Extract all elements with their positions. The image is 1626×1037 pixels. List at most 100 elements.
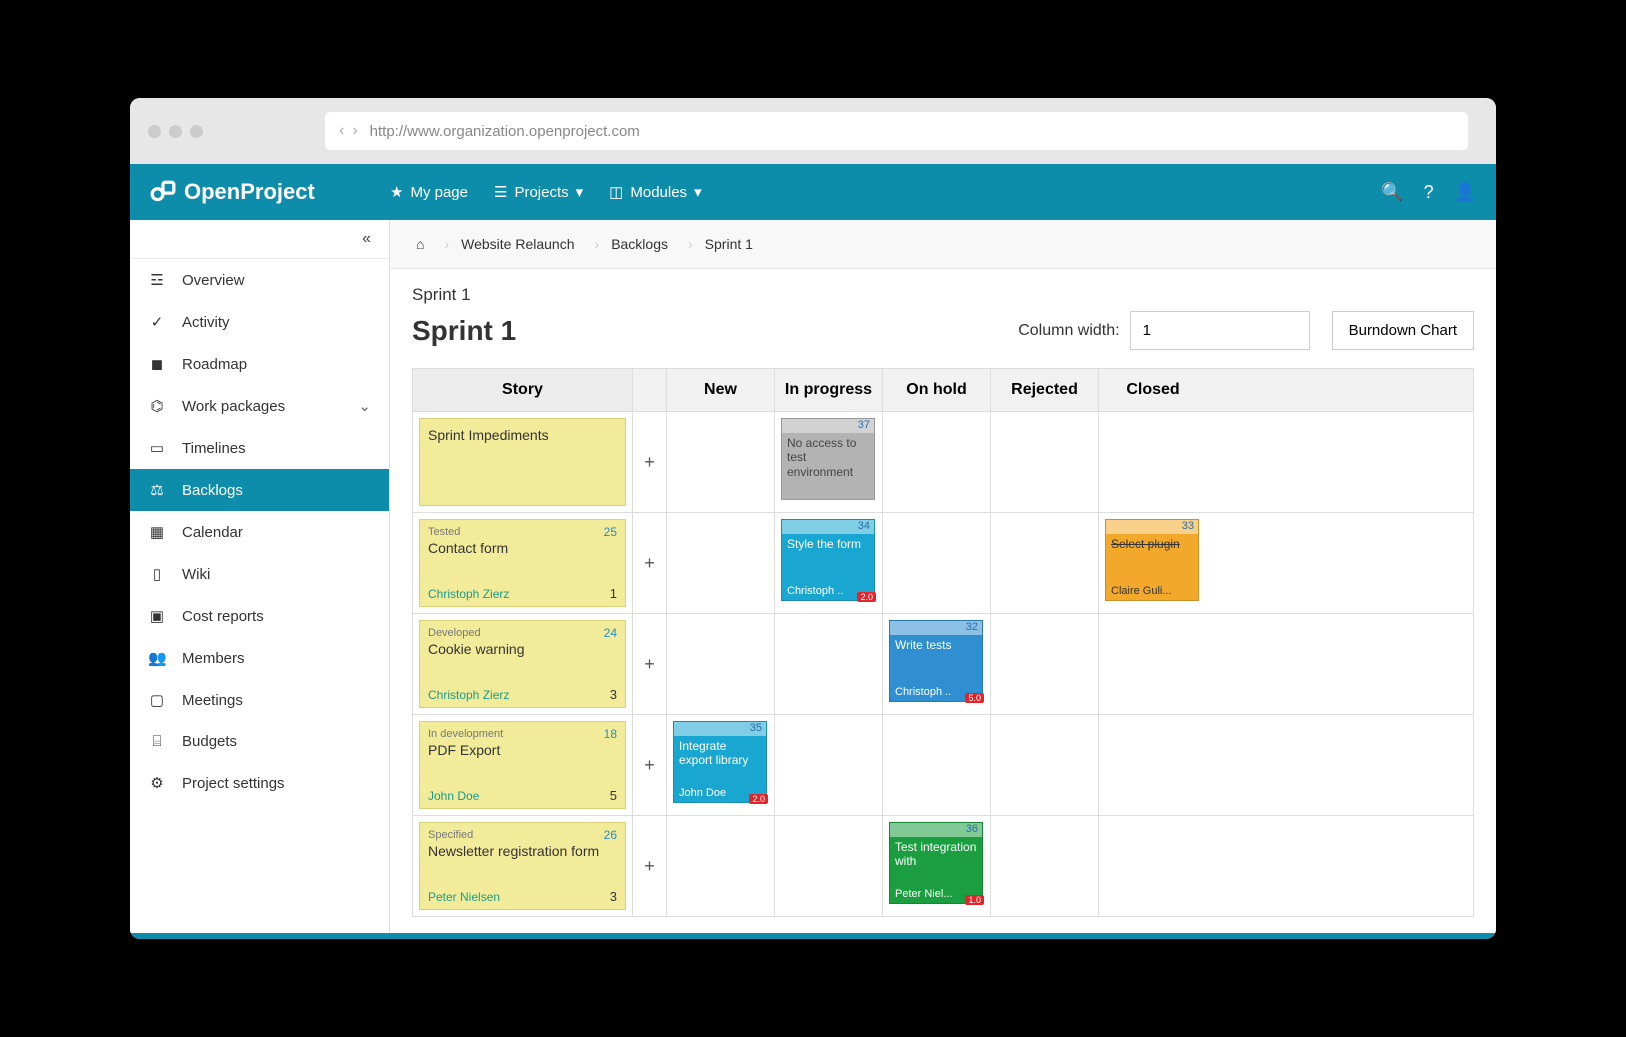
chevron-down-icon[interactable]: ⌄ [358,397,371,415]
story-card[interactable]: In development18PDF ExportJohn Doe5 [419,721,626,809]
state-cell-new[interactable] [667,513,775,613]
col-header-closed: Closed [1099,369,1207,411]
sidebar-item-members[interactable]: 👥Members [130,637,389,679]
add-task-button[interactable]: + [633,614,667,714]
task-card[interactable]: 37No access to test environment [781,418,875,500]
sidebar-item-activity[interactable]: ✓Activity [130,301,389,343]
sidebar-item-backlogs[interactable]: ⚖Backlogs [130,469,389,511]
dot-min[interactable] [169,125,182,138]
state-cell-new[interactable] [667,614,775,714]
story-points: 5 [610,788,617,803]
nav-modules-label: Modules [630,184,687,201]
state-cell-in_progress[interactable]: 34Style the formChristoph ..2.0 [775,513,883,613]
breadcrumb-sep: › [444,236,449,252]
chevron-down-icon: ▾ [576,183,584,201]
back-icon[interactable]: ‹ [339,122,344,140]
state-cell-on_hold[interactable] [883,715,991,815]
search-icon[interactable]: 🔍 [1381,182,1403,203]
task-id: 32 [966,621,978,633]
url-input[interactable] [370,123,1454,140]
sidebar-item-overview[interactable]: ☲ Overview [130,259,389,301]
home-icon[interactable]: ⌂ [406,232,442,256]
add-task-button[interactable]: + [633,513,667,613]
story-card[interactable]: Developed24Cookie warningChristoph Zierz… [419,620,626,708]
add-task-button[interactable]: + [633,816,667,916]
state-cell-on_hold[interactable] [883,513,991,613]
task-card[interactable]: 36Test integration withPeter Niel...1.0 [889,822,983,904]
state-cell-rejected[interactable] [991,715,1099,815]
nav-projects[interactable]: ☰ Projects ▾ [494,183,583,201]
state-cell-in_progress[interactable] [775,816,883,916]
state-cell-closed[interactable] [1099,614,1207,714]
state-cell-closed[interactable]: 33Select pluginClaire Guli... [1099,513,1207,613]
state-cell-in_progress[interactable] [775,715,883,815]
sidebar-item-label: Roadmap [182,356,247,373]
task-card[interactable]: 35Integrate export libraryJohn Doe2.0 [673,721,767,803]
state-cell-new[interactable]: 35Integrate export libraryJohn Doe2.0 [667,715,775,815]
board-row: Tested25Contact formChristoph Zierz1+34S… [413,513,1473,614]
add-task-button[interactable]: + [633,715,667,815]
forward-icon[interactable]: › [352,122,357,140]
sidebar-item-label: Backlogs [182,482,243,499]
story-card[interactable]: Tested25Contact formChristoph Zierz1 [419,519,626,607]
sidebar-item-timelines[interactable]: ▭Timelines [130,427,389,469]
task-card[interactable]: 33Select pluginClaire Guli... [1105,519,1199,601]
dot-close[interactable] [148,125,161,138]
board-row: In development18PDF ExportJohn Doe5+35In… [413,715,1473,816]
breadcrumb-project[interactable]: Website Relaunch [451,232,592,256]
sidebar-item-roadmap[interactable]: ◼Roadmap [130,343,389,385]
sidebar-item-calendar[interactable]: ▦Calendar [130,511,389,553]
story-title: Contact form [428,540,617,556]
story-id: 18 [604,727,617,741]
sidebar-collapse[interactable]: « [130,220,389,259]
story-points: 3 [610,687,617,702]
list-icon: ☲ [148,271,166,289]
state-cell-rejected[interactable] [991,614,1099,714]
sidebar-item-wiki[interactable]: ▯Wiki [130,553,389,595]
sidebar-item-cost-reports[interactable]: ▣Cost reports [130,595,389,637]
breadcrumb-module[interactable]: Backlogs [601,232,686,256]
story-title: Sprint Impediments [428,427,617,443]
state-cell-in_progress[interactable] [775,614,883,714]
state-cell-closed[interactable] [1099,715,1207,815]
state-cell-on_hold[interactable] [883,412,991,512]
help-icon[interactable]: ? [1424,182,1434,203]
story-card[interactable]: Sprint Impediments [419,418,626,506]
state-cell-new[interactable] [667,412,775,512]
task-card[interactable]: 34Style the formChristoph ..2.0 [781,519,875,601]
story-card[interactable]: Specified26Newsletter registration formP… [419,822,626,910]
state-cell-on_hold[interactable]: 36Test integration withPeter Niel...1.0 [883,816,991,916]
logo[interactable]: OpenProject [130,179,390,205]
state-cell-rejected[interactable] [991,816,1099,916]
task-head: 37 [782,419,874,433]
task-id: 36 [966,823,978,835]
story-status: Tested [428,526,617,538]
task-head: 33 [1106,520,1198,534]
sidebar-item-project-settings[interactable]: ⚙Project settings [130,762,389,804]
state-cell-new[interactable] [667,816,775,916]
state-cell-rejected[interactable] [991,513,1099,613]
state-cell-on_hold[interactable]: 32Write testsChristoph ..5.0 [883,614,991,714]
nav-modules[interactable]: ◫ Modules ▾ [609,183,701,201]
story-assignee: Peter Nielsen [428,890,500,904]
user-icon[interactable]: 👤 [1454,182,1476,203]
state-cell-closed[interactable] [1099,816,1207,916]
gear-icon: ⚙ [148,774,166,792]
dot-max[interactable] [190,125,203,138]
breadcrumb-page[interactable]: Sprint 1 [695,232,771,256]
state-cell-closed[interactable] [1099,412,1207,512]
state-cell-in_progress[interactable]: 37No access to test environment [775,412,883,512]
nav-my-page[interactable]: ★ My page [390,183,468,201]
board-row: Sprint Impediments +37No access to test e… [413,412,1473,513]
sidebar-item-meetings[interactable]: ▢Meetings [130,679,389,721]
sidebar-item-label: Overview [182,272,245,289]
add-task-button[interactable]: + [633,412,667,512]
burndown-chart-button[interactable]: Burndown Chart [1332,311,1474,350]
column-width-input[interactable] [1130,311,1310,350]
url-bar[interactable]: ‹ › [325,112,1468,150]
task-card[interactable]: 32Write testsChristoph ..5.0 [889,620,983,702]
sidebar-item-budgets[interactable]: ⌸Budgets [130,721,389,762]
sidebar-item-label: Cost reports [182,608,264,625]
state-cell-rejected[interactable] [991,412,1099,512]
sidebar-item-work-packages[interactable]: ⌬Work packages⌄ [130,385,389,427]
